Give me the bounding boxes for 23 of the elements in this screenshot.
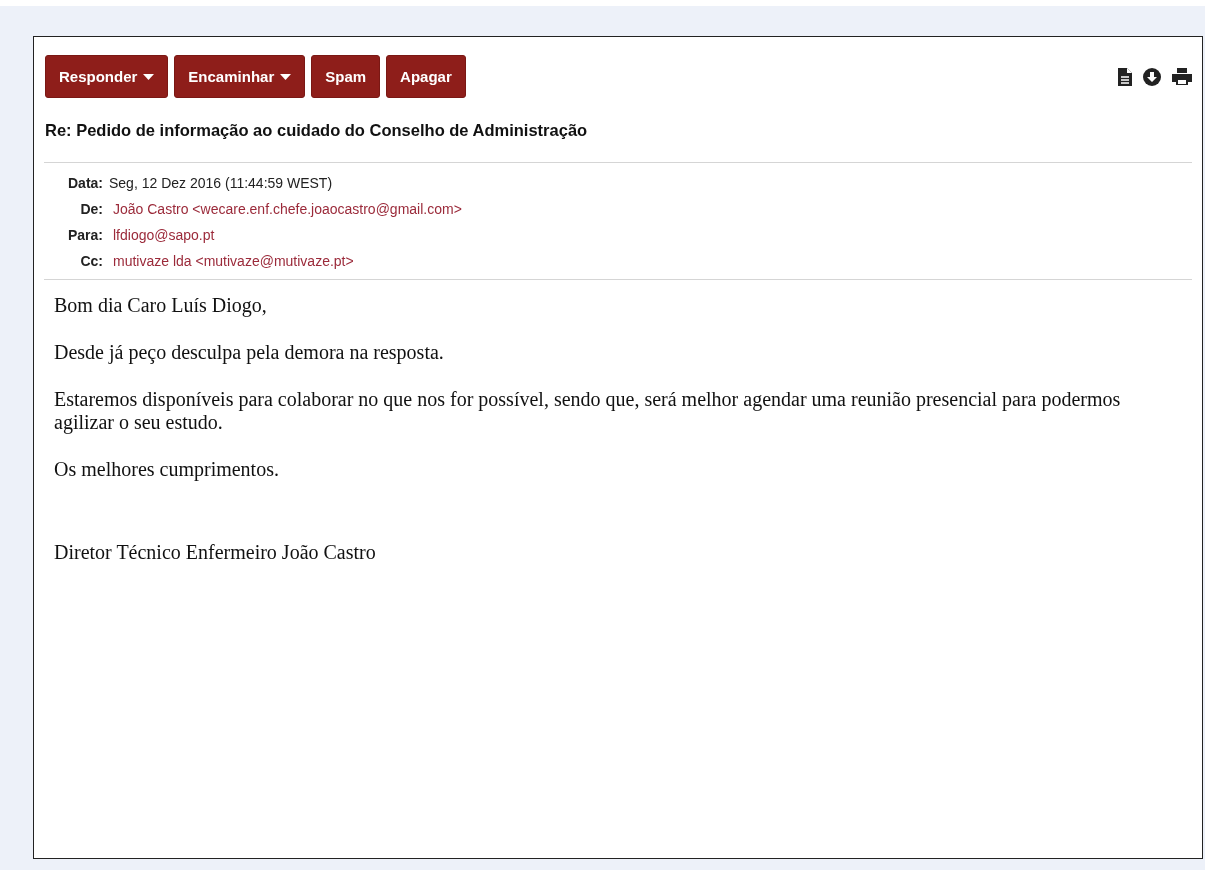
email-subject: Re: Pedido de informação ao cuidado do Conselho de Administração (44, 120, 589, 141)
header-value: Seg, 12 Dez 2016 (11:44:59 WEST) (109, 175, 334, 191)
address-link[interactable]: mutivaze lda <mutivaze@mutivaze.pt> (113, 253, 462, 269)
header-label: De: (79, 201, 103, 217)
signature: Diretor Técnico Enfermeiro João Castro (54, 541, 377, 564)
address-link[interactable]: lfdiogo@sapo.pt (113, 227, 462, 243)
toolbar-button[interactable]: Apagar (386, 55, 466, 98)
caret-icon (143, 73, 155, 80)
toolbar-button[interactable]: Spam (311, 55, 381, 98)
address-link[interactable]: João Castro <wecare.enf.chefe.joaocastro@gmail.com> (113, 201, 462, 217)
toolbar-button[interactable]: Responder (45, 55, 169, 98)
body-paragraph: Desde já peço desculpa pela demora na resposta. (54, 341, 445, 364)
document-icon[interactable] (1118, 67, 1132, 86)
header-label: Cc: (79, 253, 103, 269)
body-paragraph: Os melhores cumprimentos. (54, 458, 280, 481)
header-label: Para: (66, 227, 103, 243)
body-paragraph: Estaremos disponíveis para colaborar no que nos for possível, sendo que, será melhor agendar uma reunião presencial para podermos agilizar o seu estudo. (54, 388, 1122, 434)
header-label: Data: (67, 175, 103, 191)
download-icon[interactable] (1143, 67, 1161, 86)
toolbar-button[interactable]: Encaminhar (174, 55, 306, 98)
body-paragraph: Bom dia Caro Luís Diogo, (54, 294, 268, 317)
caret-icon (280, 73, 292, 80)
print-icon[interactable] (1172, 68, 1192, 85)
